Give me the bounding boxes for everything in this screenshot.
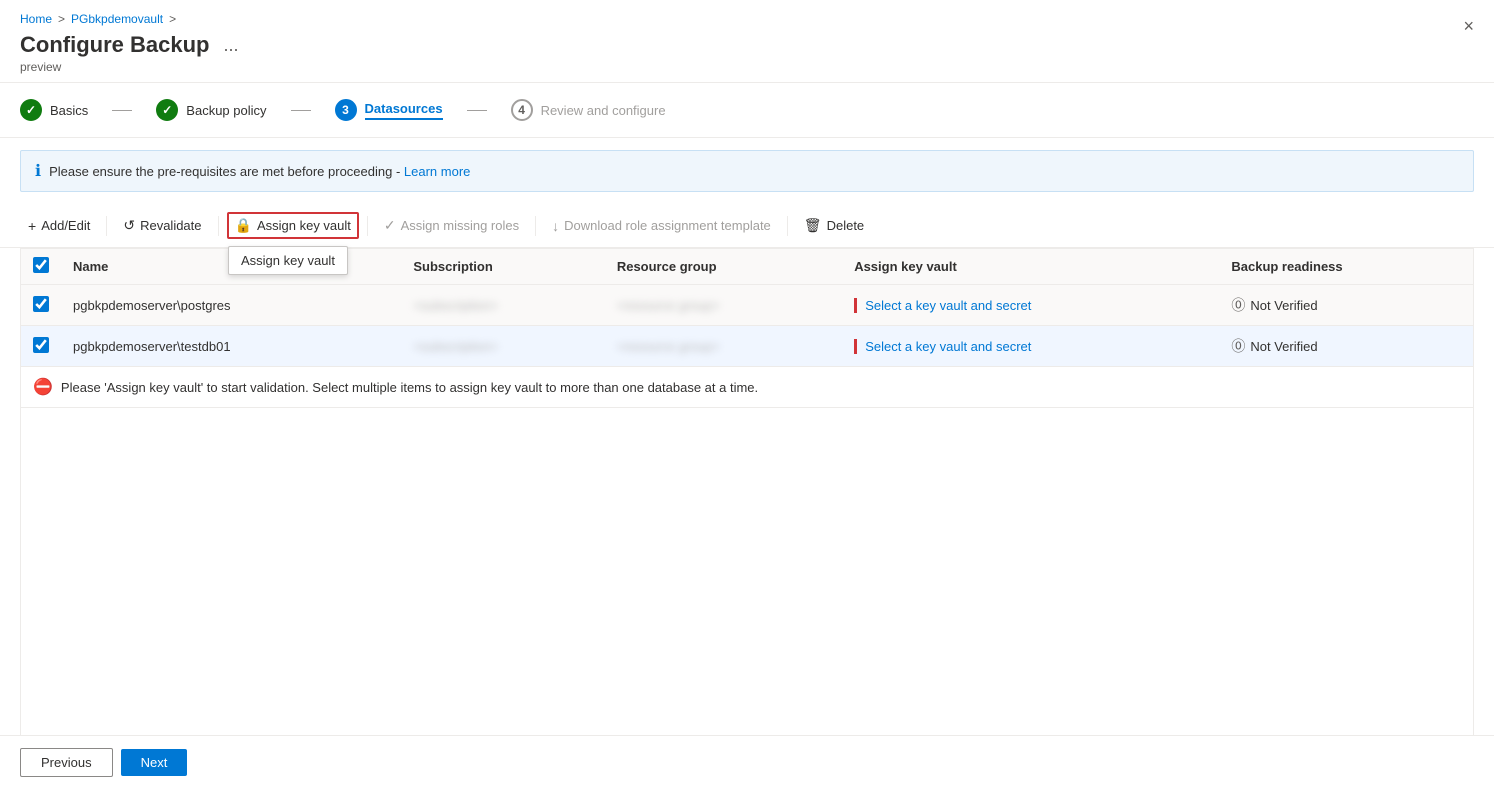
step-circle-review: 4 — [511, 99, 533, 121]
table-row: pgbkpdemoserver\testdb01 <subscription> … — [21, 326, 1473, 367]
download-icon: ↓ — [552, 218, 559, 234]
row2-backup-readiness: ⓪ Not Verified — [1219, 326, 1473, 367]
revalidate-icon: ↺ — [123, 217, 135, 234]
step-circle-basics: ✓ — [20, 99, 42, 121]
select-all-cell — [21, 249, 61, 285]
step-backup-policy[interactable]: ✓ Backup policy — [156, 99, 266, 121]
toolbar: + Add/Edit ↺ Revalidate 🔒 Assign key vau… — [0, 204, 1494, 248]
row1-subscription: <subscription> — [401, 285, 605, 326]
info-icon: ℹ — [35, 161, 41, 181]
info-bar: ℹ Please ensure the pre-requisites are m… — [20, 150, 1474, 192]
toolbar-divider-4 — [535, 216, 536, 236]
error-row: ⛔ Please 'Assign key vault' to start val… — [21, 367, 1473, 408]
col-backup-readiness: Backup readiness — [1219, 249, 1473, 285]
next-button[interactable]: Next — [121, 749, 188, 776]
step-circle-datasources: 3 — [335, 99, 357, 121]
col-assign-key-vault: Assign key vault — [842, 249, 1219, 285]
error-icon: ⛔ — [33, 377, 53, 397]
row2-key-vault: Select a key vault and secret — [842, 326, 1219, 367]
close-button[interactable]: × — [1463, 16, 1474, 37]
page-container: Home > PGbkpdemovault > Configure Backup… — [0, 0, 1494, 789]
step-circle-backup-policy: ✓ — [156, 99, 178, 121]
step-divider-1 — [112, 110, 132, 111]
toolbar-divider-3 — [367, 216, 368, 236]
download-template-button[interactable]: ↓ Download role assignment template — [544, 213, 779, 239]
step-label-datasources: Datasources — [365, 101, 443, 120]
row2-name: pgbkpdemoserver\testdb01 — [61, 326, 401, 367]
page-title: Configure Backup — [20, 32, 209, 58]
step-label-review: Review and configure — [541, 103, 666, 118]
breadcrumb-home[interactable]: Home — [20, 12, 52, 26]
col-subscription: Subscription — [401, 249, 605, 285]
assign-key-vault-button[interactable]: 🔒 Assign key vault — [227, 212, 359, 239]
row2-checkbox-cell — [21, 326, 61, 367]
key-vault-icon: 🔒 — [235, 217, 252, 234]
add-edit-button[interactable]: + Add/Edit — [20, 213, 98, 239]
ellipsis-button[interactable]: ... — [217, 33, 244, 58]
question-icon-row1: ⓪ — [1231, 295, 1245, 315]
row2-checkbox[interactable] — [33, 337, 49, 353]
row1-key-vault-link[interactable]: Select a key vault and secret — [854, 298, 1031, 313]
table-row: pgbkpdemoserver\postgres <subscription> … — [21, 285, 1473, 326]
title-row: Configure Backup ... — [20, 32, 1474, 58]
toolbar-divider-5 — [787, 216, 788, 236]
row1-backup-readiness: ⓪ Not Verified — [1219, 285, 1473, 326]
row2-resource-group: <resource group> — [605, 326, 842, 367]
breadcrumb-vault[interactable]: PGbkpdemovault — [71, 12, 163, 26]
step-review[interactable]: 4 Review and configure — [511, 99, 666, 121]
row2-subscription: <subscription> — [401, 326, 605, 367]
row1-checkbox[interactable] — [33, 296, 49, 312]
step-datasources[interactable]: 3 Datasources — [335, 99, 443, 121]
info-text: Please ensure the pre-requisites are met… — [49, 164, 470, 179]
previous-button[interactable]: Previous — [20, 748, 113, 777]
row1-name: pgbkpdemoserver\postgres — [61, 285, 401, 326]
assign-key-vault-tooltip: Assign key vault — [228, 246, 348, 275]
steps-bar: ✓ Basics ✓ Backup policy 3 Datasources 4… — [0, 83, 1494, 138]
col-resource-group: Resource group — [605, 249, 842, 285]
step-label-backup-policy: Backup policy — [186, 103, 266, 118]
delete-icon: 🗑 — [804, 217, 822, 234]
step-divider-3 — [467, 110, 487, 111]
select-all-checkbox[interactable] — [33, 257, 49, 273]
step-basics[interactable]: ✓ Basics — [20, 99, 88, 121]
revalidate-button[interactable]: ↺ Revalidate — [115, 212, 209, 239]
footer: Previous Next — [0, 735, 1494, 789]
row1-checkbox-cell — [21, 285, 61, 326]
step-label-basics: Basics — [50, 103, 88, 118]
delete-button[interactable]: 🗑 Delete — [796, 212, 872, 239]
preview-label: preview — [20, 60, 1474, 74]
check-icon: ✓ — [384, 217, 396, 234]
assign-missing-roles-button[interactable]: ✓ Assign missing roles — [376, 212, 527, 239]
breadcrumb: Home > PGbkpdemovault > — [20, 12, 1474, 26]
table-container: Name Subscription Resource group Assign … — [20, 248, 1474, 789]
row1-resource-group: <resource group> — [605, 285, 842, 326]
toolbar-divider-2 — [218, 216, 219, 236]
learn-more-link[interactable]: Learn more — [404, 164, 470, 179]
question-icon-row2: ⓪ — [1231, 336, 1245, 356]
toolbar-divider-1 — [106, 216, 107, 236]
step-divider-2 — [291, 110, 311, 111]
add-icon: + — [28, 218, 36, 234]
row1-key-vault: Select a key vault and secret — [842, 285, 1219, 326]
row2-key-vault-link[interactable]: Select a key vault and secret — [854, 339, 1031, 354]
error-cell: ⛔ Please 'Assign key vault' to start val… — [21, 367, 1473, 408]
header: Home > PGbkpdemovault > Configure Backup… — [0, 0, 1494, 83]
